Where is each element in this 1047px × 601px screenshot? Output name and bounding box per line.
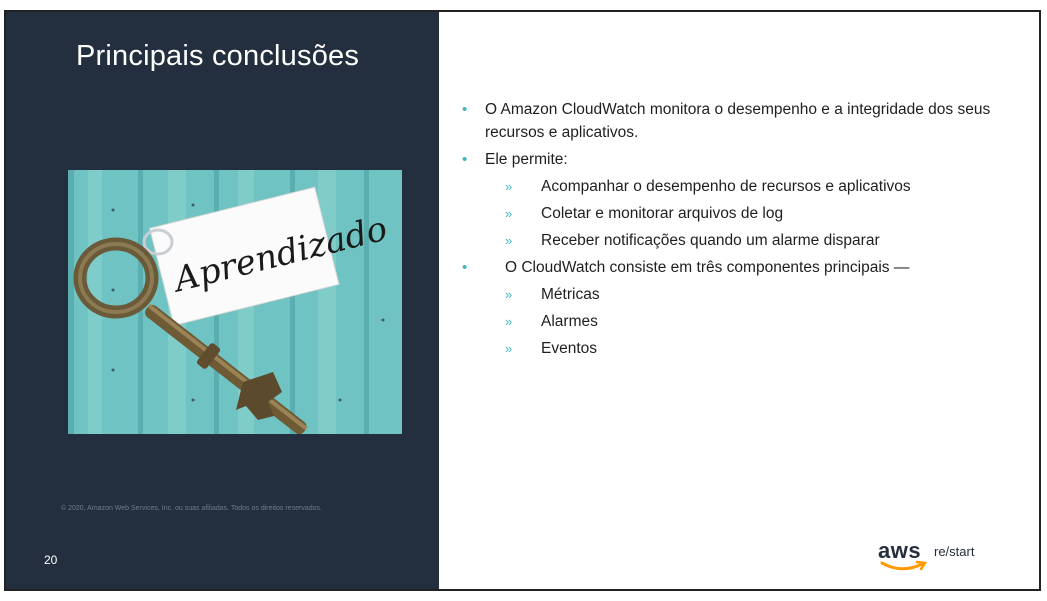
chevron-double-icon: » <box>505 287 513 302</box>
bullet-list: • O Amazon CloudWatch monitora o desempe… <box>459 96 1034 362</box>
slide: Principais conclusões Aprendizado © 2020… <box>4 10 1041 591</box>
page-number: 20 <box>44 553 58 567</box>
bullet-text: O CloudWatch consiste em três componente… <box>505 259 910 276</box>
sub-bullet-item: » Coletar e monitorar arquivos de log <box>459 200 1034 227</box>
bullet-text: Ele permite: <box>485 151 568 168</box>
aws-smile-icon <box>880 560 928 571</box>
sub-bullet-text: Alarmes <box>541 313 598 330</box>
chevron-double-icon: » <box>505 341 513 356</box>
key-tag-illustration: Aprendizado <box>68 170 402 434</box>
copyright-notice: © 2020, Amazon Web Services, Inc. ou sua… <box>61 505 322 512</box>
sub-bullet-text: Eventos <box>541 340 598 357</box>
aws-restart-logo: aws re/start <box>878 538 988 578</box>
sub-bullet-item: » Alarmes <box>459 308 1034 335</box>
sub-bullet-text: Acompanhar o desempenho de recursos e ap… <box>541 178 911 195</box>
bullet-item: • Ele permite: <box>459 146 1034 173</box>
bullet-item: • O CloudWatch consiste em três componen… <box>459 254 1034 281</box>
chevron-double-icon: » <box>505 206 513 221</box>
restart-logo-text: re/start <box>934 544 975 559</box>
sub-bullet-text: Métricas <box>541 286 600 303</box>
bullet-dot-icon: • <box>462 259 468 276</box>
chevron-double-icon: » <box>505 179 513 194</box>
chevron-double-icon: » <box>505 314 513 329</box>
bullet-text: O Amazon CloudWatch monitora o desempenh… <box>485 101 991 141</box>
sub-bullet-item: » Acompanhar o desempenho de recursos e … <box>459 173 1034 200</box>
sub-bullet-item: » Receber notificações quando um alarme … <box>459 227 1034 254</box>
left-panel: Principais conclusões Aprendizado © 2020… <box>6 12 439 589</box>
sub-bullet-text: Coletar e monitorar arquivos de log <box>541 205 784 222</box>
slide-title: Principais conclusões <box>76 40 360 72</box>
chevron-double-icon: » <box>505 233 513 248</box>
bullet-dot-icon: • <box>462 101 468 118</box>
bullet-dot-icon: • <box>462 151 468 168</box>
sub-bullet-item: » Eventos <box>459 335 1034 362</box>
key-tag-image: Aprendizado <box>68 170 402 434</box>
sub-bullet-text: Receber notificações quando um alarme di… <box>541 232 880 249</box>
bullet-item: • O Amazon CloudWatch monitora o desempe… <box>459 96 1034 146</box>
sub-bullet-item: » Métricas <box>459 281 1034 308</box>
